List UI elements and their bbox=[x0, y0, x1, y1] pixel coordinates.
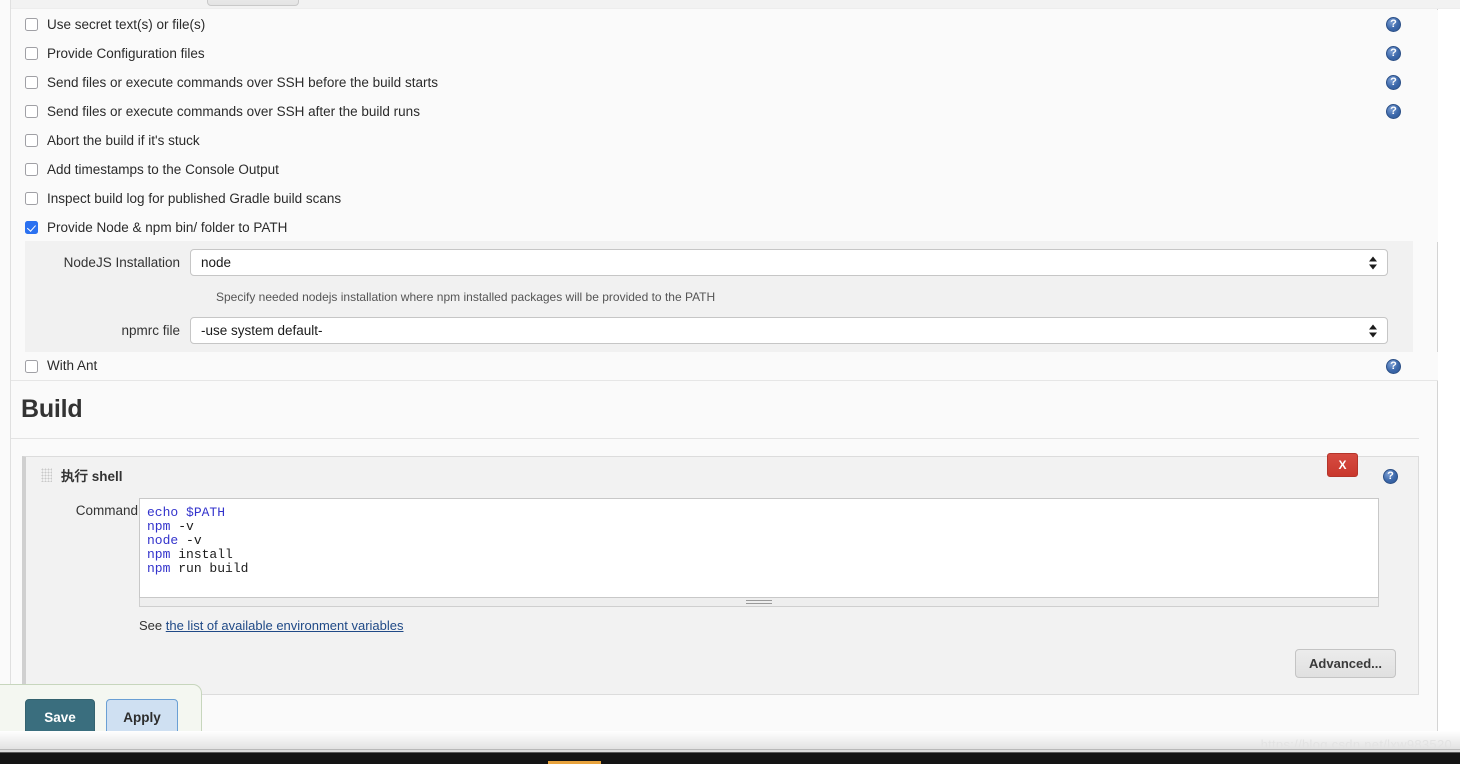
npmrc-file-label: npmrc file bbox=[121, 323, 180, 338]
option-row-provide-node-npm-path[interactable]: Provide Node & npm bin/ folder to PATH bbox=[11, 213, 1438, 242]
build-section-header: Build bbox=[11, 395, 1438, 424]
checkbox-abort-if-stuck[interactable] bbox=[25, 134, 38, 147]
option-row-ssh-after-build[interactable]: Send files or execute commands over SSH … bbox=[11, 97, 1438, 126]
help-icon[interactable] bbox=[1383, 469, 1398, 484]
option-row-add-timestamps[interactable]: Add timestamps to the Console Output bbox=[11, 155, 1438, 184]
nodejs-installation-hint: Specify needed nodejs installation where… bbox=[216, 290, 716, 304]
nodejs-installation-label: NodeJS Installation bbox=[63, 255, 180, 270]
save-button[interactable]: Save bbox=[25, 698, 95, 736]
option-label: Provide Node & npm bin/ folder to PATH bbox=[47, 219, 288, 235]
option-row-provide-configuration-files[interactable]: Provide Configuration files bbox=[11, 39, 1438, 68]
previous-section-sliver bbox=[11, 0, 1460, 9]
checkbox-provide-node-npm-path[interactable] bbox=[25, 221, 38, 234]
taskbar bbox=[0, 753, 1460, 764]
npmrc-file-select[interactable]: -use system default- bbox=[190, 317, 1388, 344]
option-label: Send files or execute commands over SSH … bbox=[47, 103, 420, 119]
textarea-resize-handle[interactable] bbox=[139, 598, 1379, 607]
checkbox-add-timestamps[interactable] bbox=[25, 163, 38, 176]
env-vars-help-line: See the list of available environment va… bbox=[139, 618, 404, 633]
command-value: echo $PATH npm -v node -v npm install np… bbox=[147, 505, 249, 576]
option-label: Use secret text(s) or file(s) bbox=[47, 16, 206, 32]
option-row-ssh-before-build[interactable]: Send files or execute commands over SSH … bbox=[11, 68, 1438, 97]
checkbox-ssh-before-build[interactable] bbox=[25, 76, 38, 89]
command-textarea[interactable]: echo $PATH npm -v node -v npm install np… bbox=[139, 498, 1379, 598]
page-root: Use secret text(s) or file(s) Provide Co… bbox=[0, 0, 1460, 764]
help-icon[interactable] bbox=[1386, 104, 1401, 119]
option-row-abort-if-stuck[interactable]: Abort the build if it's stuck bbox=[11, 126, 1438, 155]
checkbox-with-ant[interactable] bbox=[25, 359, 38, 373]
nodejs-installation-value: node bbox=[201, 255, 232, 270]
checkbox-provide-configuration-files[interactable] bbox=[25, 47, 38, 60]
nodejs-settings-panel: NodeJS Installation node Specify needed … bbox=[25, 241, 1413, 352]
chevron-updown-icon bbox=[1369, 323, 1378, 338]
see-prefix: See bbox=[139, 618, 166, 633]
checkbox-ssh-after-build[interactable] bbox=[25, 105, 38, 118]
option-label: Abort the build if it's stuck bbox=[47, 132, 200, 148]
chevron-updown-icon bbox=[1369, 255, 1378, 270]
advanced-button[interactable]: Advanced... bbox=[1295, 649, 1396, 678]
browser-status-strip bbox=[0, 731, 1460, 749]
cut-off-button[interactable] bbox=[207, 0, 299, 6]
option-label: Add timestamps to the Console Output bbox=[47, 161, 279, 177]
help-icon[interactable] bbox=[1386, 17, 1401, 32]
build-environment-options: Use secret text(s) or file(s) Provide Co… bbox=[11, 10, 1438, 242]
option-label: Send files or execute commands over SSH … bbox=[47, 74, 438, 90]
npmrc-file-row: npmrc file -use system default- bbox=[25, 317, 1413, 344]
nodejs-installation-select[interactable]: node bbox=[190, 249, 1388, 276]
option-row-use-secret-texts[interactable]: Use secret text(s) or file(s) bbox=[11, 10, 1438, 39]
checkbox-inspect-gradle-scans[interactable] bbox=[25, 192, 38, 205]
option-label: With Ant bbox=[47, 358, 98, 374]
env-vars-link[interactable]: the list of available environment variab… bbox=[166, 618, 404, 633]
nodejs-installation-row: NodeJS Installation node bbox=[25, 249, 1413, 276]
build-step-header: 执行 shell bbox=[26, 457, 123, 493]
option-row-inspect-gradle-scans[interactable]: Inspect build log for published Gradle b… bbox=[11, 184, 1438, 213]
npmrc-file-value: -use system default- bbox=[201, 323, 323, 338]
page-title: Build bbox=[21, 395, 83, 423]
option-row-with-ant[interactable]: With Ant bbox=[11, 352, 1438, 381]
remove-build-step-button[interactable]: X bbox=[1327, 453, 1358, 477]
option-label: Provide Configuration files bbox=[47, 45, 205, 61]
option-label: Inspect build log for published Gradle b… bbox=[47, 190, 342, 206]
checkbox-use-secret-texts[interactable] bbox=[25, 18, 38, 31]
build-step-execute-shell: 执行 shell X Command echo $PATH npm -v nod… bbox=[22, 453, 1419, 695]
drag-handle-icon[interactable] bbox=[41, 468, 52, 482]
section-divider bbox=[11, 438, 1419, 439]
build-step-title: 执行 shell bbox=[61, 469, 123, 484]
command-label: Command bbox=[75, 503, 138, 518]
help-icon[interactable] bbox=[1386, 75, 1401, 90]
help-icon[interactable] bbox=[1386, 359, 1401, 374]
apply-button[interactable]: Apply bbox=[106, 698, 178, 736]
help-icon[interactable] bbox=[1386, 46, 1401, 61]
